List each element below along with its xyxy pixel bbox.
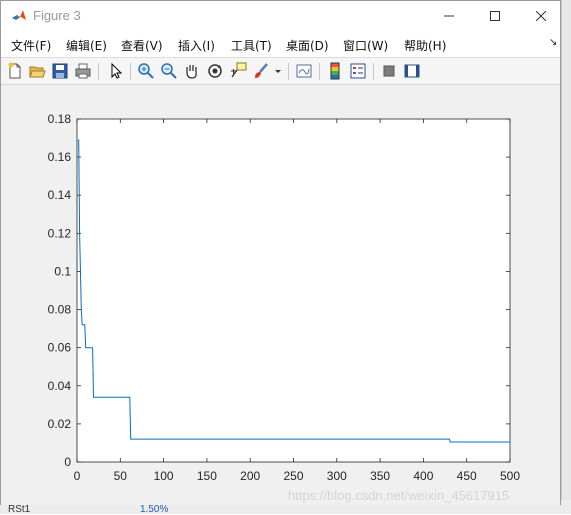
y-tick-label: 0.04 — [48, 379, 72, 393]
link-plot-button[interactable] — [294, 61, 314, 81]
menu-tools[interactable]: 工具(T) — [231, 37, 272, 54]
open-file-icon — [29, 66, 46, 78]
show-plot-tools-button[interactable] — [402, 61, 422, 81]
background-label: RSt1 — [8, 504, 31, 515]
watermark: https://blog.csdn.net/weixin_45617915 — [288, 488, 510, 503]
maximize-button[interactable] — [472, 1, 518, 31]
maximize-icon — [490, 11, 500, 21]
x-tick-label: 450 — [457, 469, 477, 483]
toolbar-separator — [373, 63, 374, 80]
y-tick-label: 0.14 — [48, 188, 72, 202]
x-tick-label: 350 — [370, 469, 390, 483]
colorbar-button[interactable] — [325, 61, 345, 81]
menu-overflow-icon[interactable]: ↘ — [549, 37, 557, 48]
pan-icon — [186, 65, 197, 79]
x-tick-label: 150 — [197, 469, 217, 483]
line-chart: 0 50 100 150 200 250 300 350 400 450 500 0 0.02 0.04 0… — [48, 112, 521, 483]
close-icon — [536, 11, 546, 21]
toolbar-separator — [319, 63, 320, 80]
menu-desktop[interactable]: 桌面(D) — [286, 37, 329, 54]
figure-canvas: 0 50 100 150 200 250 300 350 400 450 500 0 0.02 0.04 0… — [1, 85, 560, 505]
close-button[interactable] — [518, 1, 564, 31]
y-tick-label: 0.18 — [48, 112, 72, 126]
toolbar-separator — [288, 63, 289, 80]
zoom-out-button[interactable] — [159, 61, 179, 81]
y-tick-label: 0.06 — [48, 341, 72, 355]
x-tick-label: 100 — [154, 469, 174, 483]
y-tick-label: 0.08 — [48, 303, 72, 317]
pan-button[interactable] — [182, 61, 202, 81]
y-tick-label: 0.12 — [48, 226, 72, 240]
x-tick-label: 50 — [114, 469, 128, 483]
x-tick-label: 0 — [74, 469, 81, 483]
menu-window[interactable]: 窗口(W) — [343, 37, 388, 54]
link-plot-icon — [296, 64, 312, 78]
figure-toolbar — [1, 57, 560, 85]
show-plot-tools-icon — [404, 64, 420, 78]
colorbar-icon — [330, 62, 340, 80]
edit-plot-icon — [111, 62, 123, 79]
matlab-logo-icon — [12, 10, 26, 20]
axes-box — [76, 118, 511, 463]
edit-plot-button[interactable] — [106, 61, 126, 81]
x-tick-label: 300 — [327, 469, 347, 483]
x-tick-label: 200 — [240, 469, 260, 483]
x-tick-label: 500 — [500, 469, 520, 483]
legend-icon — [350, 63, 366, 79]
open-file-button[interactable] — [27, 61, 47, 81]
zoom-out-icon — [161, 63, 177, 79]
print-button[interactable] — [73, 61, 93, 81]
minimize-icon — [444, 15, 454, 17]
data-cursor-button[interactable] — [228, 61, 248, 81]
zoom-in-icon — [138, 63, 154, 79]
brush-icon — [255, 63, 268, 78]
legend-button[interactable] — [348, 61, 368, 81]
menu-file[interactable]: 文件(F) — [11, 37, 51, 54]
background-value: 1.50% — [140, 504, 169, 515]
menu-insert[interactable]: 插入(I) — [178, 37, 215, 54]
y-tick-label: 0 — [64, 455, 71, 469]
menu-help[interactable]: 帮助(H) — [404, 37, 446, 54]
brush-button[interactable] — [251, 61, 271, 81]
rotate-3d-button[interactable] — [205, 61, 225, 81]
menu-view[interactable]: 查看(V) — [121, 37, 163, 54]
hide-plot-tools-button[interactable] — [379, 61, 399, 81]
toolbar-separator — [98, 63, 99, 80]
new-figure-icon — [8, 62, 21, 79]
rotate-3d-icon — [208, 64, 222, 78]
hide-plot-tools-icon — [383, 65, 395, 77]
title-bar[interactable]: Figure 3 — [1, 1, 560, 31]
y-tick-label: 0.16 — [48, 150, 72, 164]
x-tick-label: 250 — [283, 469, 303, 483]
minimize-button[interactable] — [426, 1, 472, 31]
new-figure-button[interactable] — [5, 61, 25, 81]
toolbar-separator — [130, 63, 131, 80]
menu-bar: 文件(F) 编辑(E) 查看(V) 插入(I) 工具(T) 桌面(D) 窗口(W… — [1, 31, 560, 57]
y-tick-label: 0.02 — [48, 417, 72, 431]
figure-window: Figure 3 文件(F) 编辑(E) 查看(V) 插入(I) 工具(T) 桌… — [0, 0, 561, 505]
data-cursor-icon — [231, 62, 247, 78]
brush-dropdown-icon — [275, 70, 281, 73]
background-window-edge — [561, 0, 571, 514]
zoom-in-button[interactable] — [136, 61, 156, 81]
save-button[interactable] — [50, 61, 70, 81]
window-title: Figure 3 — [33, 8, 81, 23]
x-tick-label: 400 — [413, 469, 433, 483]
save-icon — [52, 63, 68, 79]
menu-edit[interactable]: 编辑(E) — [66, 37, 107, 54]
brush-dropdown-button[interactable] — [273, 61, 283, 81]
print-icon — [75, 63, 91, 79]
y-tick-label: 0.1 — [54, 264, 71, 278]
